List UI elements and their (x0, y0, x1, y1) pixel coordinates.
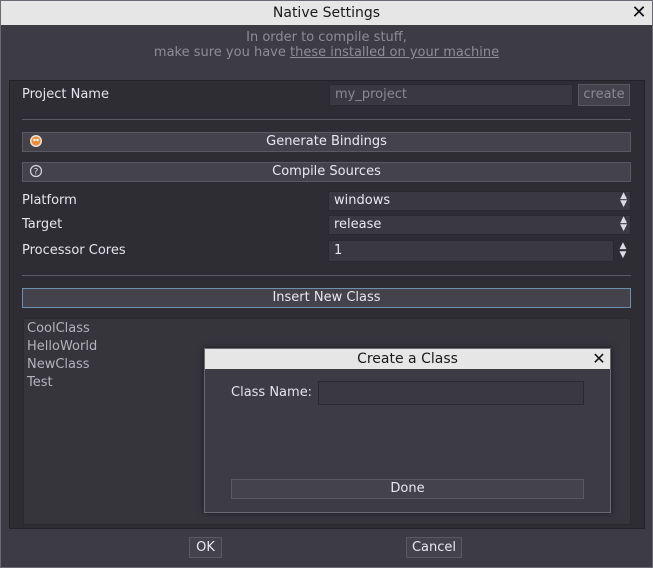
install-requirements-link[interactable]: these installed on your machine (290, 45, 499, 60)
compile-icon: ? (29, 164, 43, 178)
compile-sources-label: Compile Sources (272, 164, 381, 179)
class-name-label: Class Name: (231, 385, 313, 400)
compile-sources-button[interactable]: ? Compile Sources (22, 162, 631, 182)
platform-label: Platform (22, 193, 77, 208)
platform-value: windows (334, 193, 391, 208)
window-title-bar[interactable]: Native Settings (1, 1, 652, 25)
target-value: release (334, 217, 382, 232)
cores-spinner-icon[interactable]: ▲ ▼ (616, 242, 630, 262)
platform-select[interactable]: windows ▲ ▼ (328, 191, 631, 211)
create-button[interactable]: create (578, 84, 630, 106)
project-name-label: Project Name (22, 87, 109, 102)
bindings-icon (29, 134, 43, 148)
class-name-input[interactable] (318, 381, 584, 405)
hint-line-1: In order to compile stuff, (246, 30, 407, 45)
generate-bindings-button[interactable]: Generate Bindings (22, 132, 631, 152)
hint-prefix: make sure you have (153, 45, 290, 60)
dialog-title-bar[interactable]: Create a Class (205, 349, 610, 369)
native-settings-window: Native Settings ✕ In order to compile st… (0, 0, 653, 568)
cancel-button[interactable]: Cancel (406, 537, 462, 558)
ok-button[interactable]: OK (189, 537, 222, 558)
close-icon[interactable]: ✕ (630, 3, 648, 23)
target-select[interactable]: release ▲ ▼ (328, 215, 631, 235)
separator (22, 275, 631, 276)
list-item[interactable]: NewClass (27, 357, 90, 372)
list-item[interactable]: HelloWorld (27, 339, 97, 354)
project-name-input[interactable]: my_project (329, 84, 573, 106)
updown-icon: ▲ ▼ (620, 191, 627, 209)
insert-new-class-button[interactable]: Insert New Class (22, 288, 631, 308)
hint-line-2: make sure you have these installed on yo… (1, 45, 652, 60)
list-item[interactable]: Test (27, 375, 53, 390)
separator (22, 119, 631, 120)
list-item[interactable]: CoolClass (27, 321, 90, 336)
processor-cores-input[interactable]: 1 (328, 240, 614, 262)
generate-bindings-label: Generate Bindings (266, 134, 387, 149)
close-icon[interactable]: ✕ (591, 349, 607, 369)
updown-icon: ▲ ▼ (620, 215, 627, 233)
done-button[interactable]: Done (231, 479, 584, 499)
processor-cores-label: Processor Cores (22, 243, 126, 258)
window-title: Native Settings (272, 5, 381, 21)
dialog-title: Create a Class (357, 351, 458, 367)
svg-text:?: ? (34, 168, 39, 178)
create-class-dialog: Create a Class ✕ Class Name: Done (204, 348, 611, 513)
target-label: Target (22, 217, 63, 232)
